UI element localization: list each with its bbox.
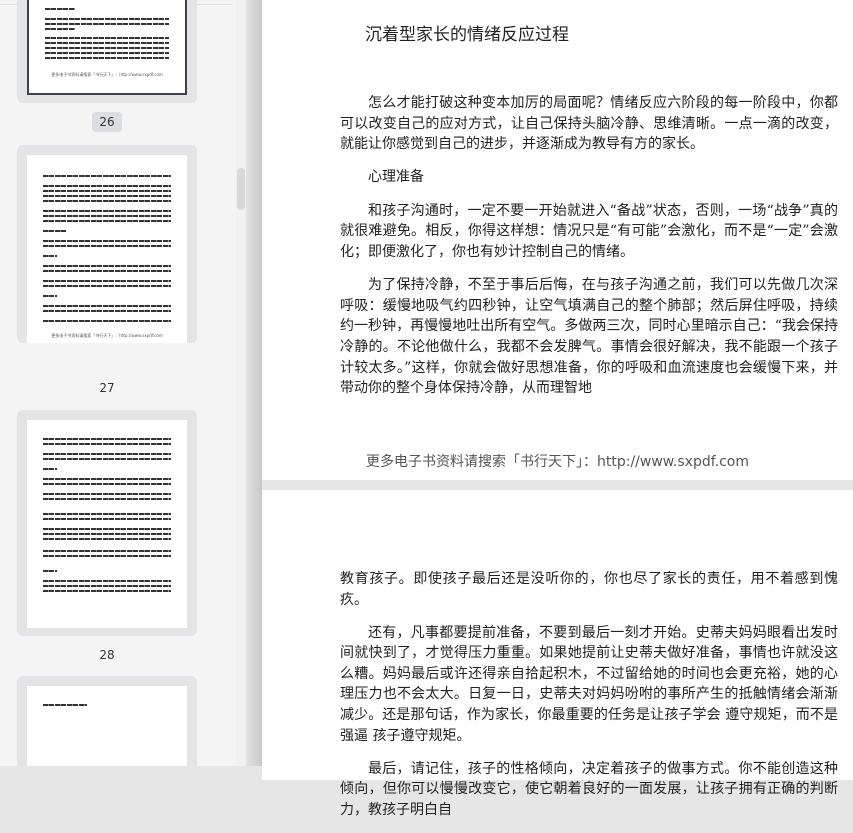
paragraph: 和孩子沟通时，一定不要一开始就进入“备战”状态，否则，一场“战争”真的就很难避免… bbox=[340, 202, 838, 261]
thumbnail-image bbox=[27, 420, 187, 628]
thumbnail-image bbox=[27, 686, 187, 766]
section-title: 沉着型家长的情绪反应过程 bbox=[365, 25, 569, 45]
page-text: 怎么才能打破这种变本加厉的局面呢？情绪反应六阶段的每一阶段中，你都可以改变自己的… bbox=[340, 93, 838, 411]
paragraph: 怎么才能打破这种变本加厉的局面呢？情绪反应六阶段的每一阶段中，你都可以改变自己的… bbox=[340, 95, 838, 153]
page-number-label: 27 bbox=[99, 381, 115, 395]
sidebar-scrollbar[interactable] bbox=[236, 0, 246, 766]
thumbnail-footer: 更多电子书资料请搜索「书行天下」：http://www.sxpdf.com bbox=[51, 72, 163, 77]
sidebar-resize-handle[interactable] bbox=[246, 0, 262, 766]
page-number-label: 26 bbox=[92, 112, 122, 132]
page-text: 教育孩子。即使孩子最后还是没听你的，你也尽了家长的责任，用不着感到愧疚。 还有，… bbox=[340, 569, 838, 833]
thumbnail-image: 更多电子书资料请搜索「书行天下」：http://www.sxpdf.com bbox=[27, 155, 187, 343]
thumbnail-footer: 更多电子书资料请搜索「书行天下」：http://www.sxpdf.com bbox=[51, 333, 163, 338]
thumbnail-sidebar: 更多电子书资料请搜索「书行天下」：http://www.sxpdf.com 26… bbox=[0, 0, 246, 766]
page-number-label: 28 bbox=[99, 648, 115, 662]
paragraph: 还有，凡事都要提前准备，不要到最后一刻才开始。史蒂夫妈妈眼看出发时间就快到了，才… bbox=[340, 624, 838, 744]
thumbnail-image: 更多电子书资料请搜索「书行天下」：http://www.sxpdf.com bbox=[27, 0, 187, 95]
pdf-page-27: 教育孩子。即使孩子最后还是没听你的，你也尽了家长的责任，用不着感到愧疚。 还有，… bbox=[262, 490, 853, 818]
subheading: 心理准备 bbox=[368, 169, 424, 186]
paragraph: 为了保持冷静，不至于事后后悔，在与孩子沟通之前，我们可以先做几次深呼吸：缓慢地吸… bbox=[340, 277, 838, 397]
thumbnail-page-26[interactable]: 更多电子书资料请搜索「书行天下」：http://www.sxpdf.com bbox=[17, 0, 197, 103]
thumbnail-page-27[interactable]: 更多电子书资料请搜索「书行天下」：http://www.sxpdf.com bbox=[17, 145, 197, 343]
thumbnail-page-28[interactable] bbox=[17, 410, 197, 636]
scrollbar-thumb[interactable] bbox=[237, 168, 245, 210]
paragraph: 最后，请记住，孩子的性格倾向，决定着孩子的做事方式。你不能创造这种倾向，但你可以… bbox=[340, 760, 838, 818]
thumbnail-page-29[interactable] bbox=[17, 676, 197, 766]
pdf-page-26: 沉着型家长的情绪反应过程 怎么才能打破这种变本加厉的局面呢？情绪反应六阶段的每一… bbox=[262, 0, 853, 480]
paragraph: 教育孩子。即使孩子最后还是没听你的，你也尽了家长的责任，用不着感到愧疚。 bbox=[340, 571, 838, 608]
page-footer: 更多电子书资料请搜索「书行天下」：http://www.sxpdf.com bbox=[365, 454, 750, 470]
